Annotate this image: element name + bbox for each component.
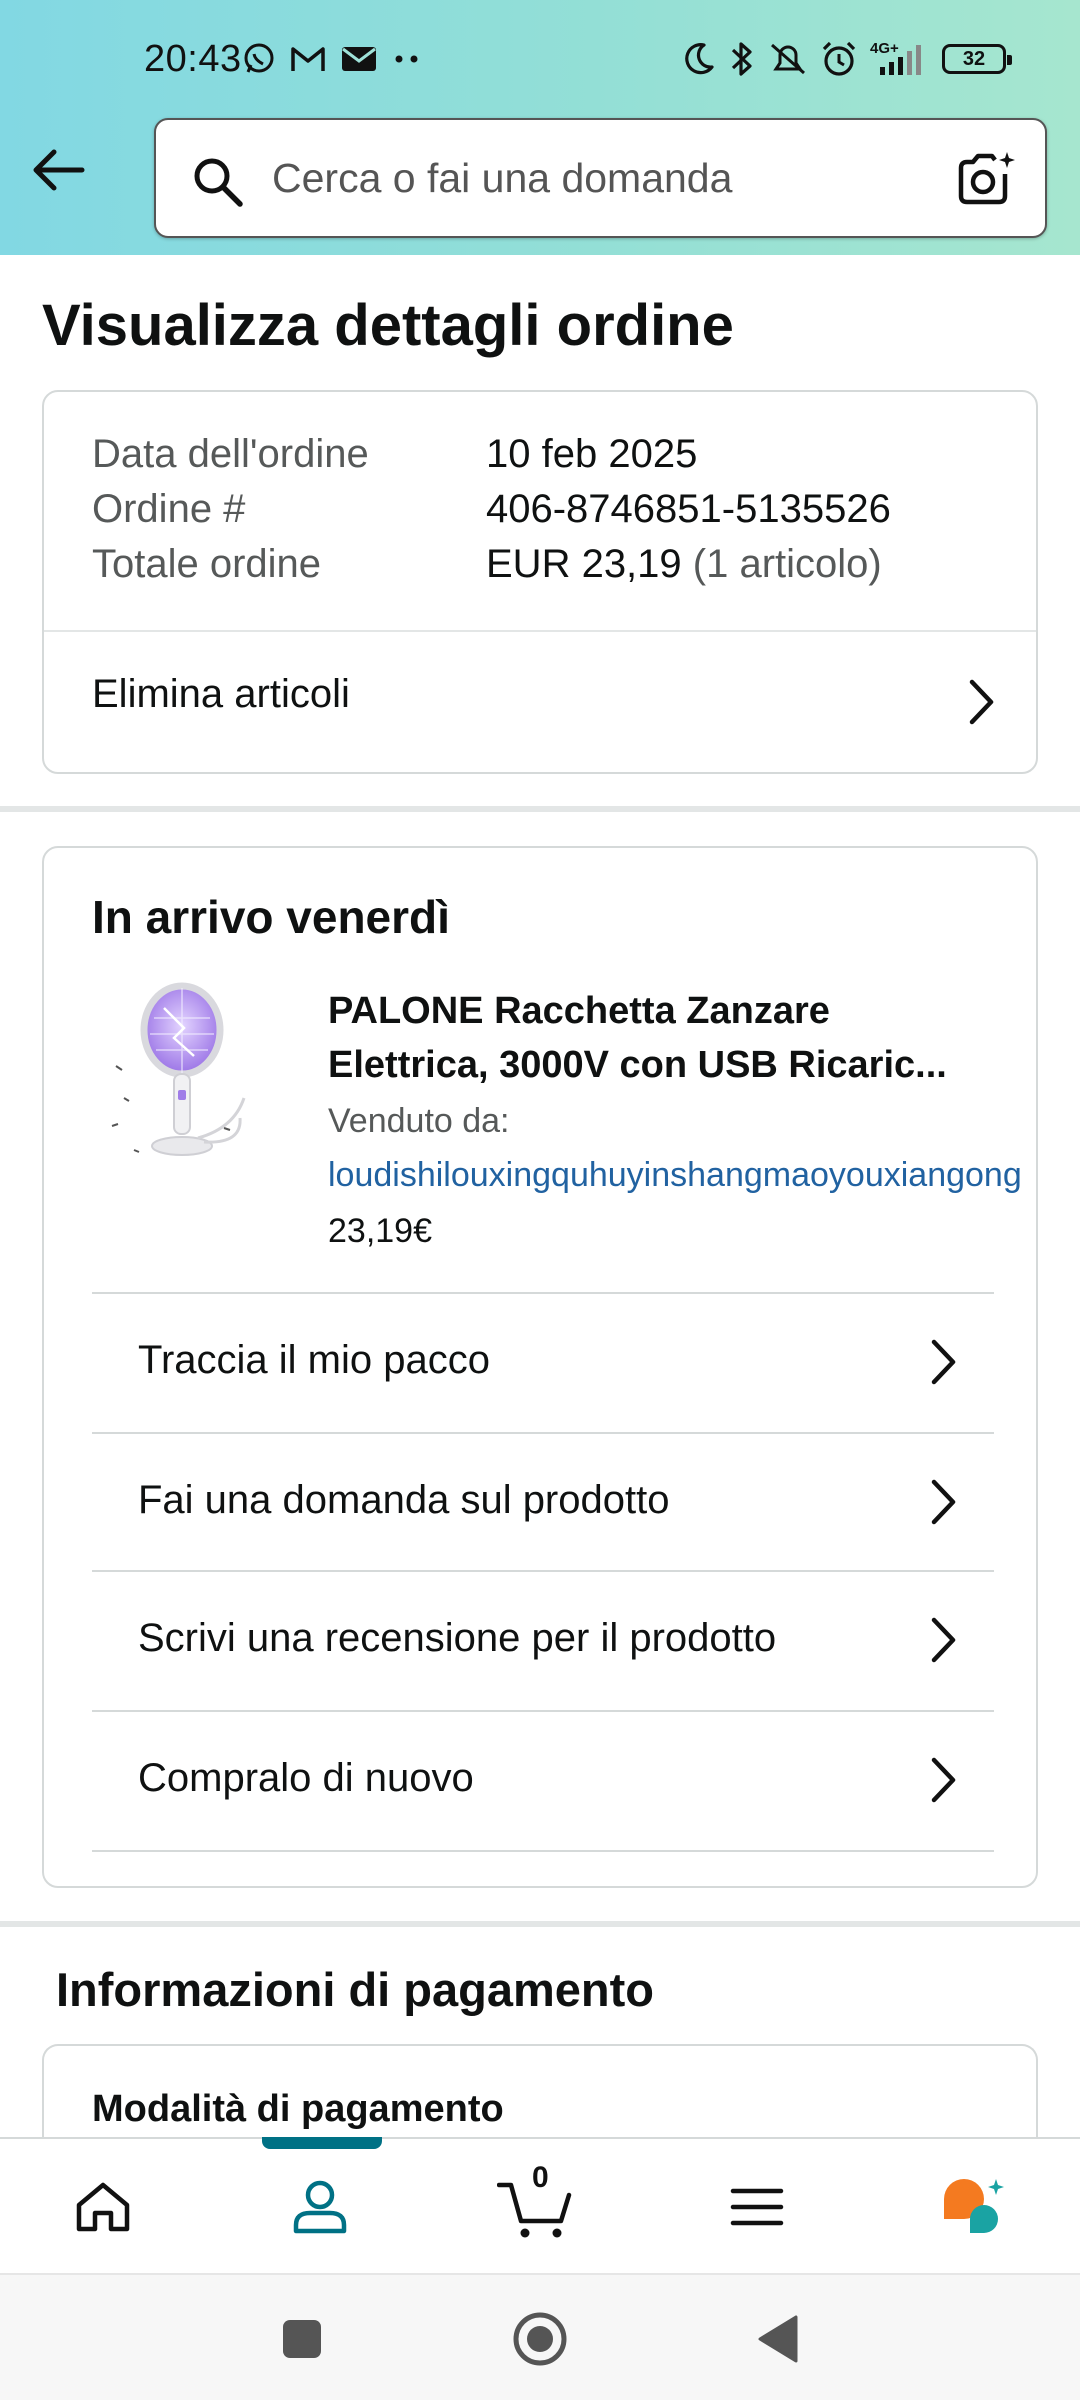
alarm-icon <box>820 40 858 78</box>
whatsapp-icon <box>242 42 276 76</box>
home-icon <box>76 2182 130 2232</box>
do-not-disturb-moon-icon <box>680 41 716 77</box>
payment-section-title: Informazioni di pagamento <box>56 1963 654 2016</box>
shipment-card: In arrivo venerdì PALONE Racchetta Zanza… <box>42 846 1038 1888</box>
ask-question-label: Fai una domanda sul prodotto <box>138 1478 670 1522</box>
order-total-items: (1 articolo) <box>692 542 882 586</box>
order-number-label: Ordine # <box>92 487 246 531</box>
top-header: 20:43 4G+ 32 Cerca o fai una domanda <box>0 0 1080 255</box>
buy-again-label: Compralo di nuovo <box>138 1756 474 1800</box>
payment-method-label: Modalità di pagamento <box>92 2088 504 2130</box>
ask-question-row[interactable]: Fai una domanda sul prodotto <box>92 1434 994 1572</box>
section-separator <box>0 1921 1080 1927</box>
triangle-back-icon <box>758 2315 798 2363</box>
order-date-value: 10 feb 2025 <box>486 432 698 476</box>
status-bar: 20:43 4G+ 32 <box>0 30 1080 92</box>
account-icon <box>293 2180 347 2234</box>
search-icon[interactable] <box>190 154 246 210</box>
mosquito-racket-image <box>111 982 246 1156</box>
order-total-label: Totale ordine <box>92 542 322 586</box>
product-title-line1: PALONE Racchetta Zanzare <box>328 990 830 1032</box>
nav-account[interactable] <box>275 2167 365 2247</box>
status-time: 20:43 <box>144 38 242 80</box>
battery-indicator: 32 <box>942 44 1012 74</box>
square-icon <box>283 2320 321 2358</box>
rufus-assistant-icon <box>944 2179 1004 2233</box>
recent-apps-button[interactable] <box>272 2309 332 2369</box>
nav-rufus-assistant[interactable] <box>930 2167 1020 2247</box>
cart-count-badge: 0 <box>532 2161 549 2194</box>
page-title: Visualizza dettagli ordine <box>42 293 734 358</box>
product-title-line2: Elettrica, 3000V con USB Ricaric... <box>328 1044 947 1086</box>
order-total-amount: EUR 23,19 <box>486 542 682 586</box>
delete-items-label: Elimina articoli <box>92 672 350 716</box>
delete-items-row[interactable]: Elimina articoli <box>44 632 1036 772</box>
search-bar[interactable] <box>154 118 1047 238</box>
chevron-right-icon <box>931 1617 956 1663</box>
product-image[interactable] <box>94 978 274 1178</box>
chevron-right-icon <box>931 1479 956 1525</box>
write-review-row[interactable]: Scrivi una recensione per il prodotto <box>92 1572 994 1710</box>
bluetooth-icon <box>728 40 756 78</box>
divider <box>92 1850 994 1852</box>
mail-icon <box>340 44 378 74</box>
circle-icon <box>513 2312 567 2366</box>
track-package-row[interactable]: Traccia il mio pacco <box>92 1294 994 1432</box>
write-review-label: Scrivi una recensione per il prodotto <box>138 1616 777 1660</box>
product-price: 23,19€ <box>328 1212 432 1250</box>
nav-home[interactable] <box>58 2167 148 2247</box>
nav-menu[interactable] <box>712 2167 802 2247</box>
system-navigation-bar <box>0 2273 1080 2400</box>
system-back-button[interactable] <box>748 2309 808 2369</box>
more-notifications-icon <box>392 53 422 65</box>
chevron-right-icon <box>931 1339 956 1385</box>
nav-cart[interactable]: 0 <box>492 2161 582 2247</box>
arrival-title: In arrivo venerdì <box>92 891 450 943</box>
back-arrow-icon <box>33 149 85 191</box>
chevron-right-icon <box>969 679 994 725</box>
track-package-label: Traccia il mio pacco <box>138 1338 490 1382</box>
order-date-label: Data dell'ordine <box>92 432 369 476</box>
order-number-value: 406-8746851-5135526 <box>486 487 891 531</box>
product-title-link[interactable]: PALONE Racchetta Zanzare Elettrica, 3000… <box>328 984 1008 1092</box>
chevron-right-icon <box>931 1757 956 1803</box>
bottom-nav-bar: 0 <box>0 2137 1080 2273</box>
signal-icon: 4G+ <box>870 41 930 77</box>
hamburger-menu-icon <box>730 2188 784 2226</box>
section-separator <box>0 806 1080 812</box>
back-button[interactable] <box>28 140 98 200</box>
search-input[interactable] <box>272 120 912 236</box>
order-total-value: EUR 23,19 (1 articolo) <box>486 542 882 587</box>
order-summary-card: Data dell'ordine 10 feb 2025 Ordine # 40… <box>42 390 1038 774</box>
order-details-page: 20:43 4G+ 32 Cerca o fai una domanda Vis… <box>0 0 1080 2400</box>
active-tab-indicator <box>262 2137 382 2149</box>
home-button[interactable] <box>510 2309 570 2369</box>
seller-link[interactable]: loudishilouxingquhuyinshangmaoyouxiangon… <box>328 1156 1022 1195</box>
sold-by-label: Venduto da: <box>328 1102 510 1140</box>
gmail-icon <box>290 44 326 74</box>
buy-again-row[interactable]: Compralo di nuovo <box>92 1712 994 1850</box>
camera-search-icon[interactable] <box>955 150 1017 208</box>
silent-mode-icon <box>768 41 808 77</box>
